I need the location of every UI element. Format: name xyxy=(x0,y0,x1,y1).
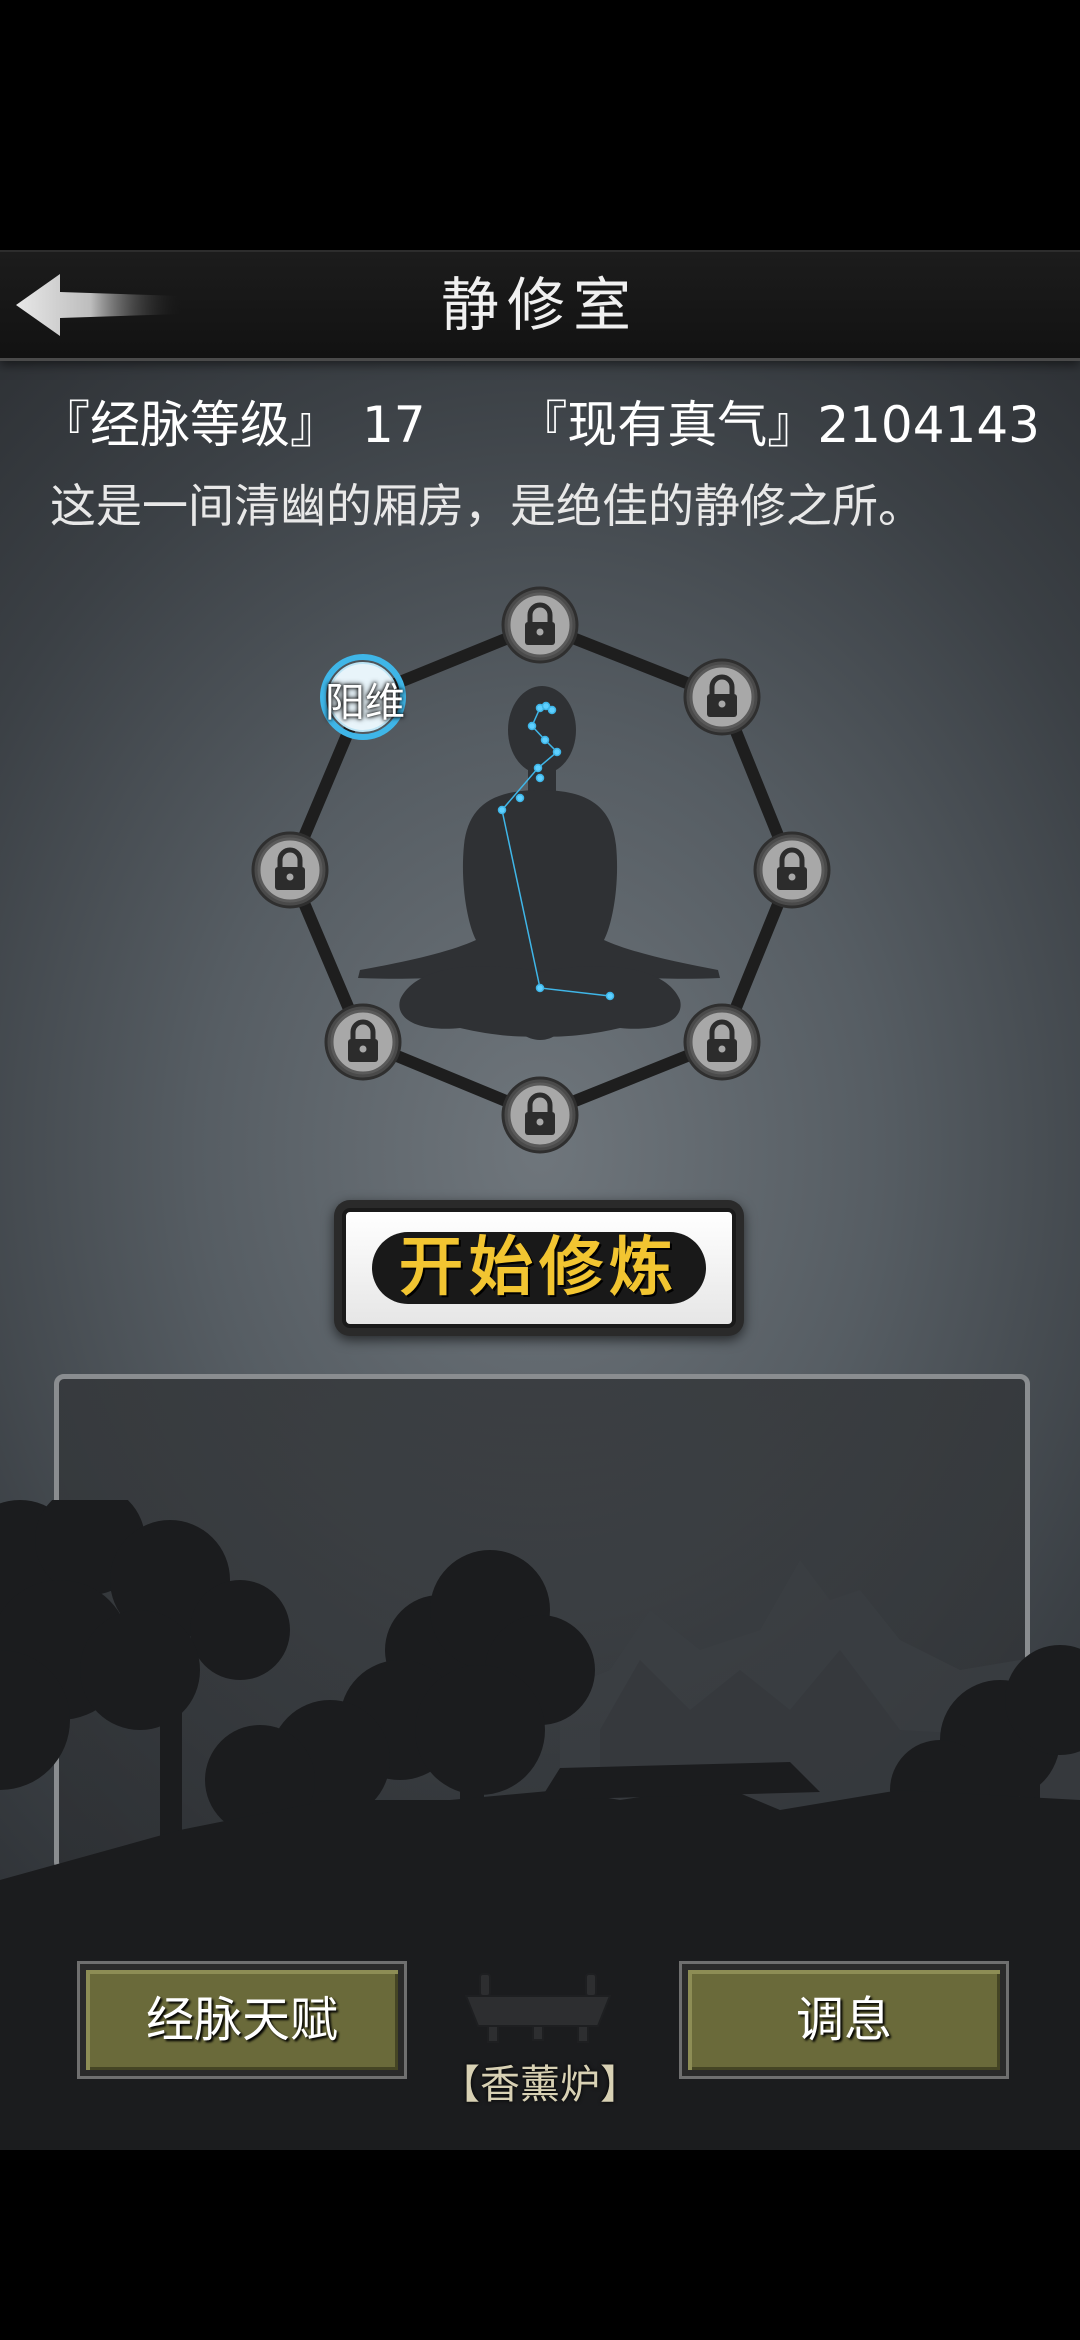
qi-value: 2104143 xyxy=(817,396,1040,454)
room-description: 这是一间清幽的厢房，是绝佳的静修之所。 xyxy=(50,479,924,533)
rest-button-label: 调息 xyxy=(795,1992,892,2048)
meridian-talent-button[interactable]: 经脉天赋 xyxy=(77,1961,407,2079)
meridian-level-label: 『经脉等级』 xyxy=(40,396,340,454)
qi-amount: 『现有真气』2104143 xyxy=(517,385,1040,457)
meridian-node-locked-lower-right[interactable] xyxy=(685,1005,759,1079)
meridian-talent-label: 经脉天赋 xyxy=(145,1992,338,2048)
bottom-black-bar xyxy=(0,2150,1080,2340)
start-button-label: 开始修炼 xyxy=(399,1230,679,1305)
meridian-node-locked-right[interactable] xyxy=(755,833,829,907)
incense-burner-icon[interactable] xyxy=(458,1968,618,2046)
start-cultivation-button[interactable]: 开始修炼 xyxy=(334,1200,744,1336)
meridian-level: 『经脉等级』 17 xyxy=(40,385,426,457)
rest-button[interactable]: 调息 xyxy=(679,1961,1009,2079)
incense-burner-label: 【香薰炉】 xyxy=(440,2062,640,2108)
top-black-bar xyxy=(0,0,1080,250)
meridian-node-locked-top[interactable] xyxy=(503,588,577,662)
qi-label: 『现有真气』 xyxy=(517,396,818,454)
meridian-node-label-yangwei: 阳维 xyxy=(325,680,405,726)
meridian-level-value: 17 xyxy=(362,396,426,454)
meridian-node-locked-bottom[interactable] xyxy=(503,1078,577,1152)
page-title: 静修室 xyxy=(440,271,639,339)
title-bar: 静修室 xyxy=(0,250,1080,361)
meridian-node-locked-lower-left[interactable] xyxy=(326,1005,400,1079)
meridian-node-locked-left[interactable] xyxy=(253,833,327,907)
meridian-node-locked-upper-right[interactable] xyxy=(685,660,759,734)
meridian-diagram xyxy=(240,580,840,1160)
